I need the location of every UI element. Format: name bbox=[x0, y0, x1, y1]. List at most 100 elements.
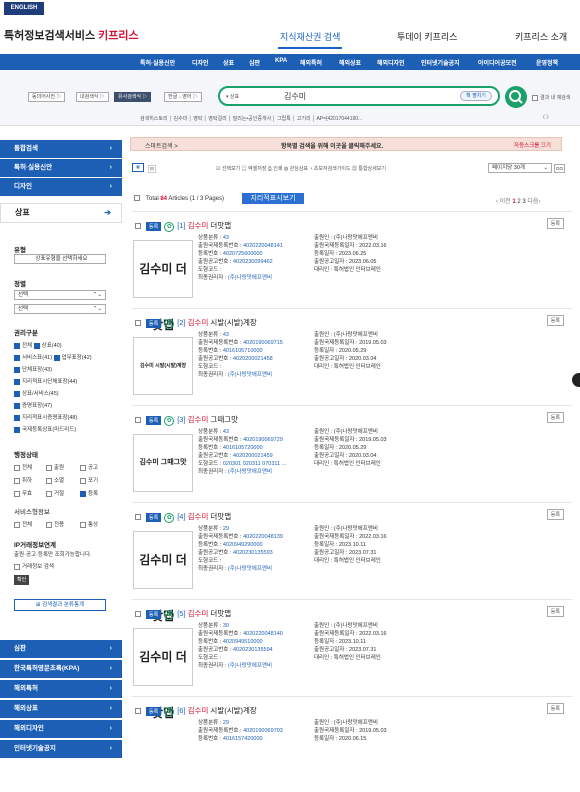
search-history[interactable]: 검색히스토리 │ 김수미 │ 영락 │ 영락걸리 │ 덜리는•공인중개사 │ 그… bbox=[140, 115, 362, 122]
checkbox[interactable] bbox=[14, 366, 20, 373]
trademark-image[interactable]: 김수미 더맛맵 bbox=[133, 628, 193, 720]
pager-prev[interactable]: ‹ 이전 bbox=[496, 199, 511, 205]
field-value[interactable]: 4020949290000 bbox=[223, 542, 263, 548]
field-value[interactable]: 43 bbox=[223, 332, 229, 338]
field-value[interactable]: 29 bbox=[223, 526, 229, 532]
rights-row[interactable]: 증명표장(47) bbox=[14, 401, 52, 409]
rights-row[interactable]: 지리적표시증명표장(48) bbox=[14, 413, 77, 421]
menu-foreign-design[interactable]: 해외디자인 bbox=[377, 58, 405, 67]
menu-foreign-trademark[interactable]: 해외상표 bbox=[339, 58, 361, 67]
search-field-select[interactable]: ▾ 상표 bbox=[226, 93, 239, 100]
checkbox[interactable] bbox=[46, 477, 52, 484]
field-value[interactable]: (주)나랑맛에프앤비 bbox=[228, 566, 272, 572]
record-checkbox[interactable] bbox=[135, 514, 141, 521]
sort-select-2[interactable]: 선택 ⌃⌄ bbox=[14, 304, 106, 314]
field-value[interactable]: 43 bbox=[223, 235, 229, 241]
checkbox[interactable] bbox=[14, 464, 20, 471]
record-title[interactable]: 등록 ✿ [1] 김수미 더맛맵 bbox=[135, 220, 231, 232]
my-query-button[interactable]: 내검색식 ▷ bbox=[76, 92, 109, 102]
field-value[interactable]: 020301 020311 070311 ... bbox=[223, 461, 286, 467]
record-checkbox[interactable] bbox=[135, 417, 141, 424]
sidebar-item-trademark[interactable]: 상표 ➔ bbox=[0, 203, 122, 223]
sidebar-item-kpa[interactable]: 한국특허영문초록(KPA) bbox=[0, 660, 122, 678]
smart-search-banner[interactable]: 스마트검색 > 항목별 검색을 위해 이곳을 클릭해주세요. 자동스크롤 끄기 bbox=[130, 137, 562, 151]
sidebar-item-trial[interactable]: 심판 bbox=[0, 640, 122, 658]
field-value[interactable]: (주)나랑맛에프앤비 bbox=[228, 372, 272, 378]
design-row[interactable]: 전체 전용 통상 bbox=[14, 520, 114, 528]
field-value[interactable]: 29 bbox=[223, 720, 229, 726]
field-value[interactable]: 4020230135593 bbox=[233, 550, 273, 556]
record-title[interactable]: 등록 ✿ [6] 김수미 시발(시발)계장 bbox=[135, 705, 257, 717]
nav-about-kipris[interactable]: 키프리스 소개 bbox=[515, 30, 567, 43]
checkbox[interactable] bbox=[80, 464, 86, 471]
type-select[interactable]: 상표유형을 선택하세요 bbox=[14, 254, 106, 264]
site-logo[interactable]: 특허정보검색서비스 키프리스 bbox=[4, 27, 139, 43]
record-checkbox[interactable] bbox=[135, 611, 141, 618]
menu-tech-disclosure[interactable]: 인터넷기술공지 bbox=[421, 58, 460, 67]
geo-indication-button[interactable]: 지리적표시보기 bbox=[242, 193, 304, 204]
sort-select-1[interactable]: 선택 ⌃⌄ bbox=[14, 290, 106, 300]
rights-row[interactable]: 국제등록상표(마드리드) bbox=[14, 425, 76, 433]
field-value[interactable]: 4016105720000 bbox=[223, 445, 263, 451]
auto-scroll-toggle[interactable]: 자동스크롤 끄기 bbox=[514, 141, 551, 149]
field-value[interactable]: 4020190069729 bbox=[243, 437, 283, 443]
record-title[interactable]: 등록 ✿ [3] 김수미 그때그맛 bbox=[135, 414, 238, 426]
sidebar-item-integrated[interactable]: 통합검색 bbox=[0, 140, 122, 158]
status-row[interactable]: 무효 거절 등록 bbox=[14, 489, 114, 497]
menu-idea-contest[interactable]: 아이디어공모전 bbox=[478, 58, 517, 67]
record-title[interactable]: 등록 ✿ [5] 김수미 더맛맵 bbox=[135, 608, 231, 620]
sidebar-item-patent[interactable]: 특허·실용신안 bbox=[0, 159, 122, 177]
checkbox[interactable] bbox=[14, 402, 20, 409]
checkbox[interactable] bbox=[33, 342, 40, 349]
search-button[interactable] bbox=[505, 86, 527, 108]
checkbox[interactable] bbox=[53, 354, 60, 361]
rights-row[interactable]: 전체 상표(40) bbox=[14, 341, 62, 349]
checkbox[interactable] bbox=[14, 342, 20, 349]
checkbox[interactable] bbox=[14, 354, 20, 361]
checkbox[interactable] bbox=[46, 464, 52, 471]
checkbox[interactable] bbox=[14, 426, 20, 433]
checkbox[interactable] bbox=[80, 477, 86, 484]
pager-next[interactable]: 다음› bbox=[526, 199, 540, 205]
rights-row[interactable]: 지리적표시단체표장(44) bbox=[14, 377, 77, 385]
grid-view-icon[interactable]: ▦ bbox=[132, 163, 144, 172]
field-value[interactable]: 43 bbox=[223, 429, 229, 435]
search-input[interactable] bbox=[284, 89, 444, 103]
field-value[interactable]: (주)나랑맛에프앤비 bbox=[228, 469, 272, 475]
field-value[interactable]: 30 bbox=[223, 623, 229, 629]
menu-trial[interactable]: 심판 bbox=[249, 58, 260, 67]
record-checkbox[interactable] bbox=[135, 708, 141, 715]
record-title[interactable]: 등록 ✿ [4] 김수미 더맛맵 bbox=[135, 511, 231, 523]
status-row[interactable]: 취하 소멸 포기 bbox=[14, 476, 114, 484]
ip-check-row[interactable]: 거래정보 검색 bbox=[14, 562, 54, 570]
search-in-result[interactable]: 결과 내 재검색 bbox=[532, 94, 570, 101]
nav-ip-search[interactable]: 지식재산권 검색 bbox=[280, 30, 340, 43]
checkbox[interactable] bbox=[46, 490, 52, 497]
kor-eng-button[interactable]: 한글→영어 ▷ bbox=[164, 92, 202, 102]
field-value[interactable]: 4020200021458 bbox=[233, 356, 273, 362]
menu-foreign-patent[interactable]: 해외특허 bbox=[300, 58, 322, 67]
checkbox[interactable] bbox=[14, 490, 20, 497]
field-value[interactable]: 4016105710000 bbox=[223, 348, 263, 354]
go-button[interactable]: GO bbox=[554, 164, 565, 173]
trademark-image[interactable]: 김수미 그때그맛 bbox=[133, 434, 193, 492]
expand-search-button[interactable]: 확 펼치기 bbox=[460, 91, 492, 101]
synonym-dict-button[interactable]: 동의어사전 ▷ bbox=[28, 92, 66, 102]
field-value[interactable]: 4020220048139 bbox=[243, 534, 283, 540]
menu-policy[interactable]: 운영정책 bbox=[536, 58, 558, 67]
sidebar-item-tech-disclosure[interactable]: 인터넷기술공지 bbox=[0, 740, 122, 758]
menu-patent[interactable]: 특허·실용신안 bbox=[140, 58, 175, 67]
checkbox[interactable] bbox=[14, 414, 20, 421]
field-value[interactable]: 4016157420000 bbox=[223, 736, 263, 742]
pager-pages[interactable]: 2 3 bbox=[516, 199, 525, 205]
menu-design[interactable]: 디자인 bbox=[192, 58, 209, 67]
field-value[interactable]: 4020220048141 bbox=[243, 243, 283, 249]
field-value[interactable]: 4020220048140 bbox=[243, 631, 283, 637]
result-tools[interactable]: ☑ 선택보기 ▤ 엑셀저장 ⎙ 인쇄 ◍ 관심상표 ◔ 초보자검색가이드 ▦ 통… bbox=[216, 165, 386, 172]
rights-row[interactable]: 단체표장(43) bbox=[14, 365, 52, 373]
field-value[interactable]: 4020230099462 bbox=[233, 259, 273, 265]
record-checkbox[interactable] bbox=[135, 320, 141, 327]
similar-query-button[interactable]: 유사검색식 ▷ bbox=[114, 92, 152, 102]
field-value[interactable]: 4020725600000 bbox=[223, 251, 263, 257]
rights-row[interactable]: 서비스표(41) 업무표장(42) bbox=[14, 353, 92, 361]
